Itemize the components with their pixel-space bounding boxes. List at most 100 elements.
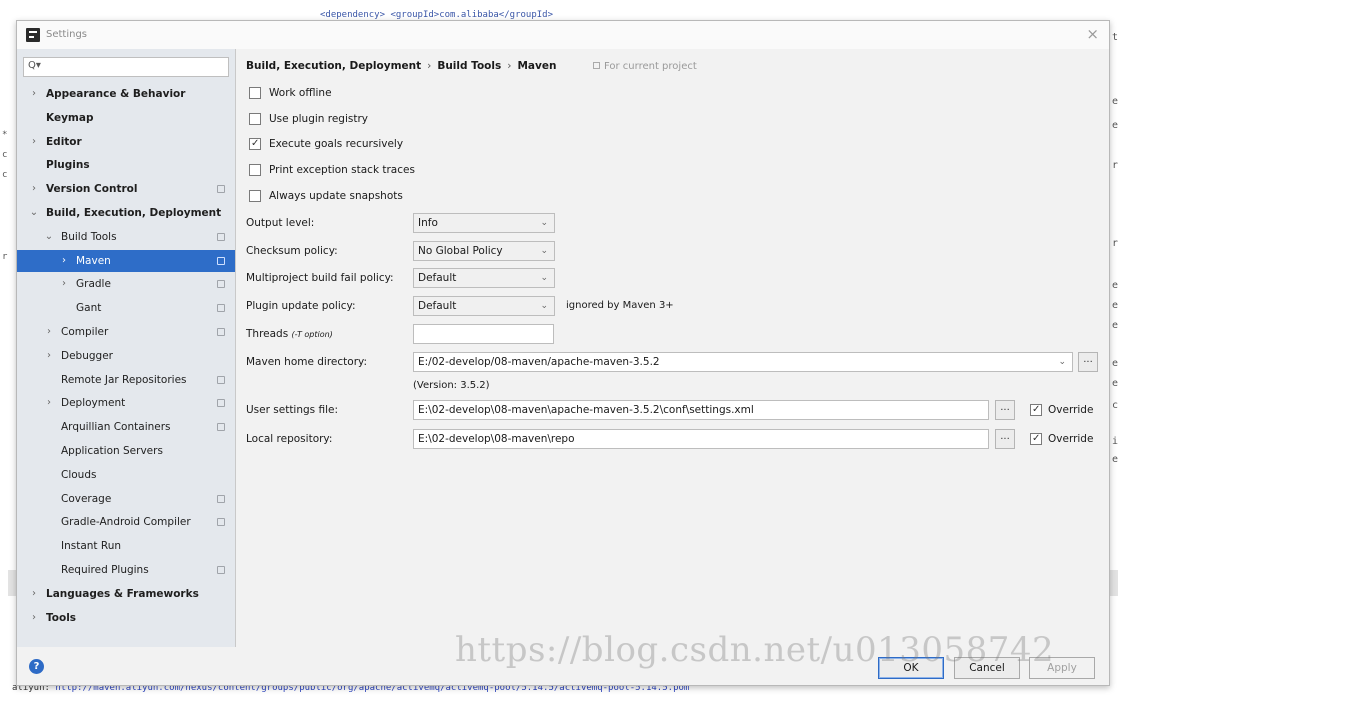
sidebar-item-gant[interactable]: Gant	[17, 297, 235, 319]
chevron-right-icon[interactable]: ›	[29, 583, 39, 605]
chevron-right-icon[interactable]: ›	[59, 273, 69, 295]
checkbox-icon	[249, 135, 261, 153]
background-glyph: i	[1112, 436, 1119, 447]
local-repository-label: Local repository:	[246, 433, 333, 445]
sidebar-item-keymap[interactable]: Keymap	[17, 107, 235, 129]
chevron-down-icon[interactable]: ⌄	[44, 226, 54, 248]
multiproject-fail-policy-label: Multiproject build fail policy:	[246, 272, 394, 284]
multiproject-fail-policy-select[interactable]: Default ⌄	[413, 268, 555, 288]
chevron-right-icon[interactable]: ›	[29, 131, 39, 153]
background-glyph: r	[1112, 238, 1119, 249]
plugin-update-policy-select[interactable]: Default ⌄	[413, 296, 555, 316]
multiproject-fail-policy-value: Default	[418, 272, 457, 284]
sidebar-item-tools[interactable]: › Tools	[17, 607, 235, 629]
sidebar-item-build-execution-deployment[interactable]: ⌄ Build, Execution, Deployment	[17, 202, 235, 224]
plugin-update-policy-value: Default	[418, 300, 457, 312]
output-level-value: Info	[418, 217, 438, 229]
project-scope-icon	[217, 423, 225, 432]
sidebar-item-deployment[interactable]: › Deployment	[17, 392, 235, 414]
sidebar-item-label: Required Plugins	[61, 564, 149, 576]
sidebar-item-label: Coverage	[61, 492, 112, 505]
breadcrumb-item: Build Tools	[437, 60, 502, 72]
chevron-down-icon: ⌄	[540, 246, 548, 256]
checksum-policy-select[interactable]: No Global Policy ⌄	[413, 241, 555, 261]
checkbox-icon	[249, 87, 261, 99]
sidebar-item-build-tools[interactable]: ⌄ Build Tools	[17, 226, 235, 248]
sidebar-item-label: Remote Jar Repositories	[61, 373, 187, 386]
search-input[interactable]	[44, 59, 224, 75]
for-current-project-text: For current project	[604, 61, 697, 72]
sidebar-item-instant-run[interactable]: Instant Run	[17, 535, 235, 557]
override-label: Override	[1048, 404, 1094, 416]
close-icon[interactable]: ×	[1086, 25, 1099, 43]
project-scope-icon	[217, 375, 225, 384]
sidebar-item-languages-frameworks[interactable]: › Languages & Frameworks	[17, 583, 235, 605]
sidebar-item-label: Instant Run	[61, 540, 122, 553]
sidebar-item-label: Gradle	[76, 278, 111, 291]
user-settings-input[interactable]: E:\02-develop\08-maven\apache-maven-3.5.…	[413, 400, 989, 420]
chevron-right-icon[interactable]: ›	[44, 321, 54, 343]
checkbox-icon	[249, 112, 261, 125]
sidebar-item-application-servers[interactable]: Application Servers	[17, 440, 235, 462]
settings-sidebar: Q▾ › Appearance & Behavior Keymap › Editor Pl…	[17, 49, 236, 647]
sidebar-item-required-plugins[interactable]: Required Plugins	[17, 559, 235, 581]
sidebar-item-coverage[interactable]: Coverage	[17, 488, 235, 510]
sidebar-item-clouds[interactable]: Clouds	[17, 464, 235, 486]
title-bar: Settings ×	[17, 21, 1109, 49]
checkbox-icon	[249, 164, 261, 177]
output-level-select[interactable]: Info ⌄	[413, 213, 555, 233]
plugin-update-note: ignored by Maven 3+	[566, 300, 674, 311]
project-scope-icon	[217, 304, 225, 313]
chevron-right-icon[interactable]: ›	[29, 178, 39, 200]
user-settings-browse-button[interactable]: ...	[995, 400, 1015, 420]
threads-label: Threads (-T option)	[246, 324, 333, 345]
checkbox-icon	[1030, 430, 1042, 448]
local-repository-browse-button[interactable]: ...	[995, 429, 1015, 449]
chevron-right-icon[interactable]: ›	[29, 607, 39, 629]
user-settings-label: User settings file:	[246, 404, 339, 416]
for-current-project-label: For current project	[593, 61, 697, 72]
sidebar-item-compiler[interactable]: › Compiler	[17, 321, 235, 343]
sidebar-item-gradle[interactable]: › Gradle	[17, 273, 235, 295]
background-glyph: e	[1112, 120, 1119, 131]
checkbox-icon	[1030, 401, 1042, 419]
sidebar-item-debugger[interactable]: › Debugger	[17, 345, 235, 367]
chevron-down-icon[interactable]: ⌄	[29, 202, 39, 224]
settings-dialog: Settings × Q▾ › Appearance & Behavior Keym…	[16, 20, 1110, 686]
chevron-right-icon[interactable]: ›	[44, 345, 54, 367]
sidebar-item-plugins[interactable]: Plugins	[17, 154, 235, 176]
sidebar-item-appearance-behavior[interactable]: › Appearance & Behavior	[17, 83, 235, 105]
sidebar-item-label: Appearance & Behavior	[46, 88, 186, 100]
help-icon[interactable]: ?	[29, 659, 44, 674]
chevron-right-icon[interactable]: ›	[44, 392, 54, 414]
maven-version-text: (Version: 3.5.2)	[413, 380, 490, 391]
sidebar-item-remote-jar-repositories[interactable]: Remote Jar Repositories	[17, 369, 235, 391]
sidebar-item-label: Plugins	[46, 159, 90, 172]
plugin-update-policy-label: Plugin update policy:	[246, 300, 356, 312]
sidebar-item-gradle-android-compiler[interactable]: Gradle-Android Compiler	[17, 511, 235, 533]
threads-input[interactable]	[413, 324, 554, 344]
chevron-right-icon[interactable]: ›	[29, 83, 39, 105]
checksum-policy-label: Checksum policy:	[246, 245, 338, 257]
sidebar-item-label: Clouds	[61, 468, 97, 481]
sidebar-item-arquillian-containers[interactable]: Arquillian Containers	[17, 416, 235, 438]
sidebar-item-editor[interactable]: › Editor	[17, 131, 235, 153]
checkbox-label: Use plugin registry	[269, 112, 369, 125]
sidebar-item-maven[interactable]: › Maven	[17, 249, 235, 272]
maven-home-browse-button[interactable]: ...	[1078, 352, 1098, 372]
chevron-down-icon: ⌄	[540, 301, 548, 311]
maven-home-value: E:/02-develop/08-maven/apache-maven-3.5.…	[418, 356, 660, 368]
sidebar-item-version-control[interactable]: › Version Control	[17, 178, 235, 200]
project-scope-icon	[593, 62, 600, 69]
local-repository-input[interactable]: E:\02-develop\08-maven\repo	[413, 429, 989, 449]
settings-search[interactable]: Q▾	[23, 57, 229, 77]
maven-home-combo[interactable]: E:/02-develop/08-maven/apache-maven-3.5.…	[413, 352, 1073, 372]
background-glyph: e	[1112, 378, 1119, 389]
breadcrumb-item: Build, Execution, Deployment	[246, 60, 422, 72]
window-title: Settings	[46, 29, 88, 40]
sidebar-item-label: Arquillian Containers	[61, 421, 171, 434]
checkbox-label: Print exception stack traces	[269, 164, 415, 177]
sidebar-item-label: Gradle-Android Compiler	[61, 516, 191, 529]
chevron-right-icon[interactable]: ›	[59, 250, 69, 272]
background-glyph: t	[1112, 32, 1119, 43]
